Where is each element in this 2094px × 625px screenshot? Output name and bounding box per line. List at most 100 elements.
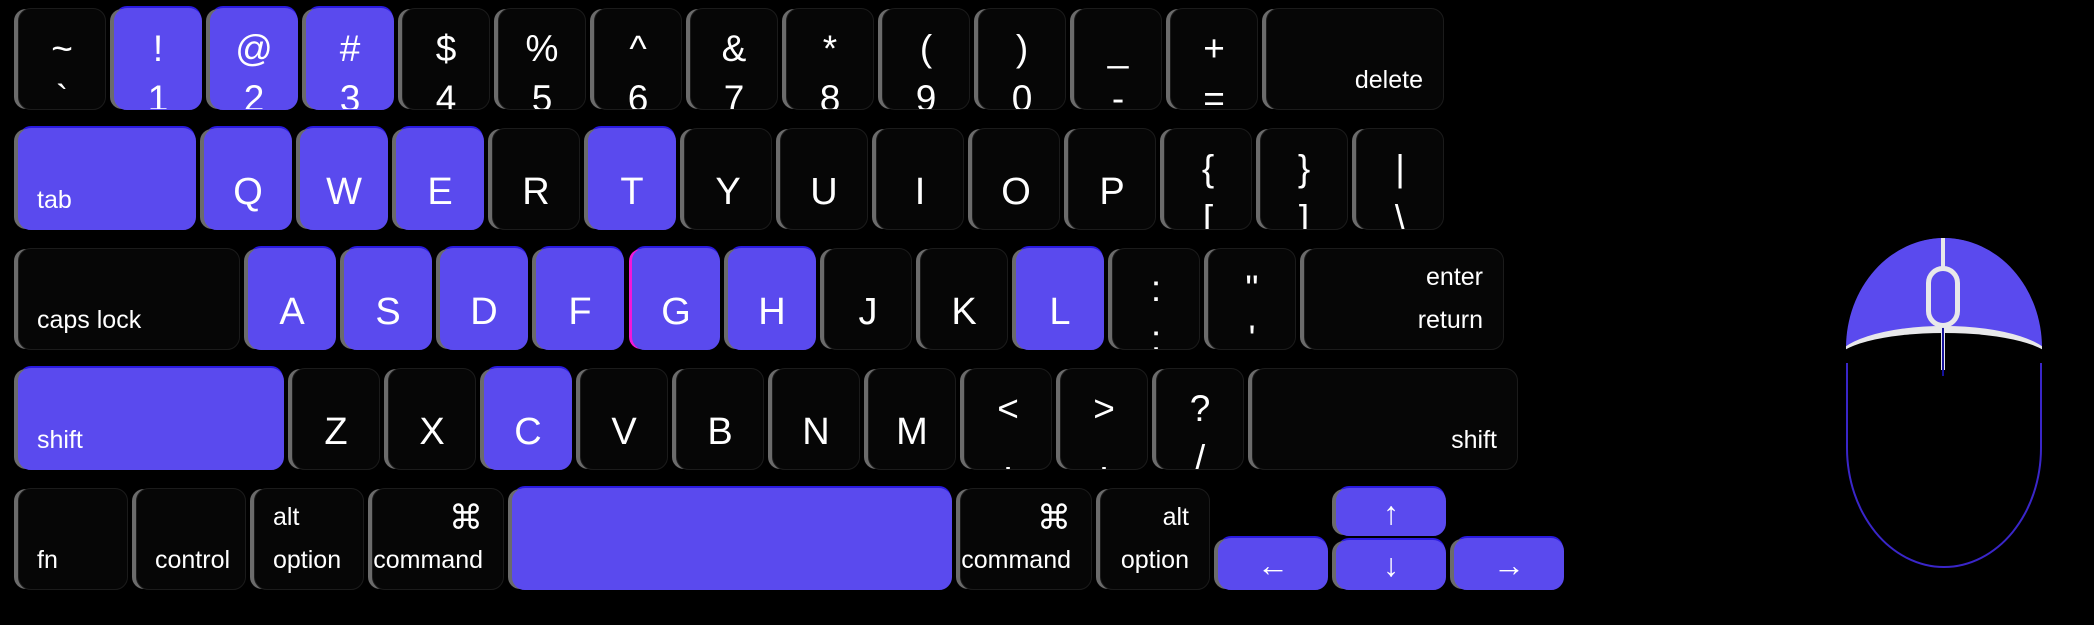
key-shift-left[interactable]: shift bbox=[18, 368, 284, 470]
key-option-left[interactable]: alt option bbox=[254, 488, 364, 590]
key-control[interactable]: control bbox=[136, 488, 246, 590]
key-j-legend: J bbox=[858, 291, 878, 333]
key-space[interactable] bbox=[512, 488, 952, 590]
key-r[interactable]: R bbox=[492, 128, 580, 230]
key-2[interactable]: @2 bbox=[210, 8, 298, 110]
key-n[interactable]: N bbox=[772, 368, 860, 470]
key-e[interactable]: E bbox=[396, 128, 484, 230]
key-u[interactable]: U bbox=[780, 128, 868, 230]
key-backslash-lower-legend: \ bbox=[1394, 198, 1406, 230]
key-p[interactable]: P bbox=[1068, 128, 1156, 230]
key-2-upper-legend: @ bbox=[235, 28, 273, 69]
key-semicolon[interactable]: :; bbox=[1112, 248, 1200, 350]
key-quote[interactable]: " ' bbox=[1208, 248, 1296, 350]
key-comma[interactable]: <, bbox=[964, 368, 1052, 470]
key-q[interactable]: Q bbox=[204, 128, 292, 230]
key-c-legend: C bbox=[514, 411, 542, 453]
key-8-upper-legend: * bbox=[822, 28, 838, 69]
key-z[interactable]: Z bbox=[292, 368, 380, 470]
key-option-right[interactable]: alt option bbox=[1100, 488, 1210, 590]
key-t[interactable]: T bbox=[588, 128, 676, 230]
key-w-legend: W bbox=[326, 171, 362, 213]
key-o-legend: O bbox=[1001, 171, 1031, 213]
key-s[interactable]: S bbox=[344, 248, 432, 350]
key-j[interactable]: J bbox=[824, 248, 912, 350]
key-c[interactable]: C bbox=[484, 368, 572, 470]
key-return[interactable]: enter return bbox=[1304, 248, 1504, 350]
key-n-legend: N bbox=[802, 411, 830, 453]
key-8[interactable]: * 8 bbox=[786, 8, 874, 110]
key-o[interactable]: O bbox=[972, 128, 1060, 230]
key-u-legend: U bbox=[810, 171, 838, 213]
key-backtick[interactable]: ~ ` bbox=[18, 8, 106, 110]
key-k[interactable]: K bbox=[920, 248, 1008, 350]
key-arrow-left[interactable]: ← bbox=[1218, 538, 1328, 590]
key-g[interactable]: G bbox=[632, 248, 720, 350]
key-arrow-right[interactable]: → bbox=[1454, 538, 1564, 590]
key-control-label: control bbox=[155, 546, 231, 574]
key-command-right-label: command bbox=[961, 546, 1071, 574]
key-minus[interactable]: _ - bbox=[1074, 8, 1162, 110]
key-comma-lower-legend: , bbox=[1002, 438, 1014, 470]
key-minus-upper-legend: _ bbox=[1107, 28, 1129, 69]
key-3[interactable]: #3 bbox=[306, 8, 394, 110]
key-b-legend: B bbox=[707, 411, 733, 453]
key-equal[interactable]: + = bbox=[1170, 8, 1258, 110]
key-tab[interactable]: tab bbox=[18, 128, 196, 230]
key-d[interactable]: D bbox=[440, 248, 528, 350]
key-v-legend: V bbox=[611, 411, 637, 453]
key-3-lower-legend: 3 bbox=[339, 78, 361, 110]
key-capslock[interactable]: caps lock bbox=[18, 248, 240, 350]
key-6-upper-legend: ^ bbox=[629, 28, 647, 69]
key-y[interactable]: Y bbox=[684, 128, 772, 230]
key-m[interactable]: M bbox=[868, 368, 956, 470]
key-arrow-down[interactable]: ↓ bbox=[1336, 540, 1446, 590]
key-bracketright[interactable]: }] bbox=[1260, 128, 1348, 230]
key-semicolon-lower-legend: ; bbox=[1150, 318, 1162, 350]
key-6-lower-legend: 6 bbox=[627, 78, 649, 110]
key-shift-right[interactable]: shift bbox=[1252, 368, 1518, 470]
key-4[interactable]: $4 bbox=[402, 8, 490, 110]
key-delete[interactable]: delete bbox=[1266, 8, 1444, 110]
key-7[interactable]: & 7 bbox=[690, 8, 778, 110]
key-period[interactable]: >. bbox=[1060, 368, 1148, 470]
key-fn[interactable]: fn bbox=[18, 488, 128, 590]
key-b[interactable]: B bbox=[676, 368, 764, 470]
key-9[interactable]: (9 bbox=[882, 8, 970, 110]
key-9-lower-legend: 9 bbox=[915, 78, 937, 110]
key-w[interactable]: W bbox=[300, 128, 388, 230]
key-capslock-label: caps lock bbox=[37, 306, 142, 334]
key-slash-lower-legend: / bbox=[1194, 438, 1206, 470]
key-p-legend: P bbox=[1099, 171, 1125, 213]
mouse-diagram[interactable] bbox=[1846, 238, 2042, 568]
key-6[interactable]: ^ 6 bbox=[594, 8, 682, 110]
key-i[interactable]: I bbox=[876, 128, 964, 230]
key-x[interactable]: X bbox=[388, 368, 476, 470]
key-arrow-right-icon: → bbox=[1493, 547, 1525, 583]
command-icon: ⌘ bbox=[1037, 499, 1071, 537]
key-7-lower-legend: 7 bbox=[723, 78, 745, 110]
key-0[interactable]: ) 0 bbox=[978, 8, 1066, 110]
key-slash[interactable]: ? / bbox=[1156, 368, 1244, 470]
key-f[interactable]: F bbox=[536, 248, 624, 350]
key-option-left-label-top: alt bbox=[273, 503, 300, 531]
key-arrow-up[interactable]: ↑ bbox=[1336, 488, 1446, 536]
key-bracketright-upper-legend: } bbox=[1297, 148, 1311, 189]
key-command-right[interactable]: ⌘ command bbox=[960, 488, 1092, 590]
key-1[interactable]: ! 1 bbox=[114, 8, 202, 110]
mouse-scroll-wheel-icon[interactable] bbox=[1926, 266, 1960, 328]
key-bracketleft[interactable]: {[ bbox=[1164, 128, 1252, 230]
key-h[interactable]: H bbox=[728, 248, 816, 350]
key-equal-lower-legend: = bbox=[1203, 78, 1225, 110]
key-equal-upper-legend: + bbox=[1203, 28, 1225, 69]
key-command-left[interactable]: ⌘ command bbox=[372, 488, 504, 590]
key-v[interactable]: V bbox=[580, 368, 668, 470]
key-5[interactable]: % 5 bbox=[498, 8, 586, 110]
key-l[interactable]: L bbox=[1016, 248, 1104, 350]
key-a[interactable]: A bbox=[248, 248, 336, 350]
key-h-legend: H bbox=[758, 291, 786, 333]
key-backslash[interactable]: | \ bbox=[1356, 128, 1444, 230]
key-shift-right-label: shift bbox=[1451, 426, 1497, 454]
key-tab-label: tab bbox=[37, 186, 72, 214]
key-s-legend: S bbox=[375, 291, 401, 333]
